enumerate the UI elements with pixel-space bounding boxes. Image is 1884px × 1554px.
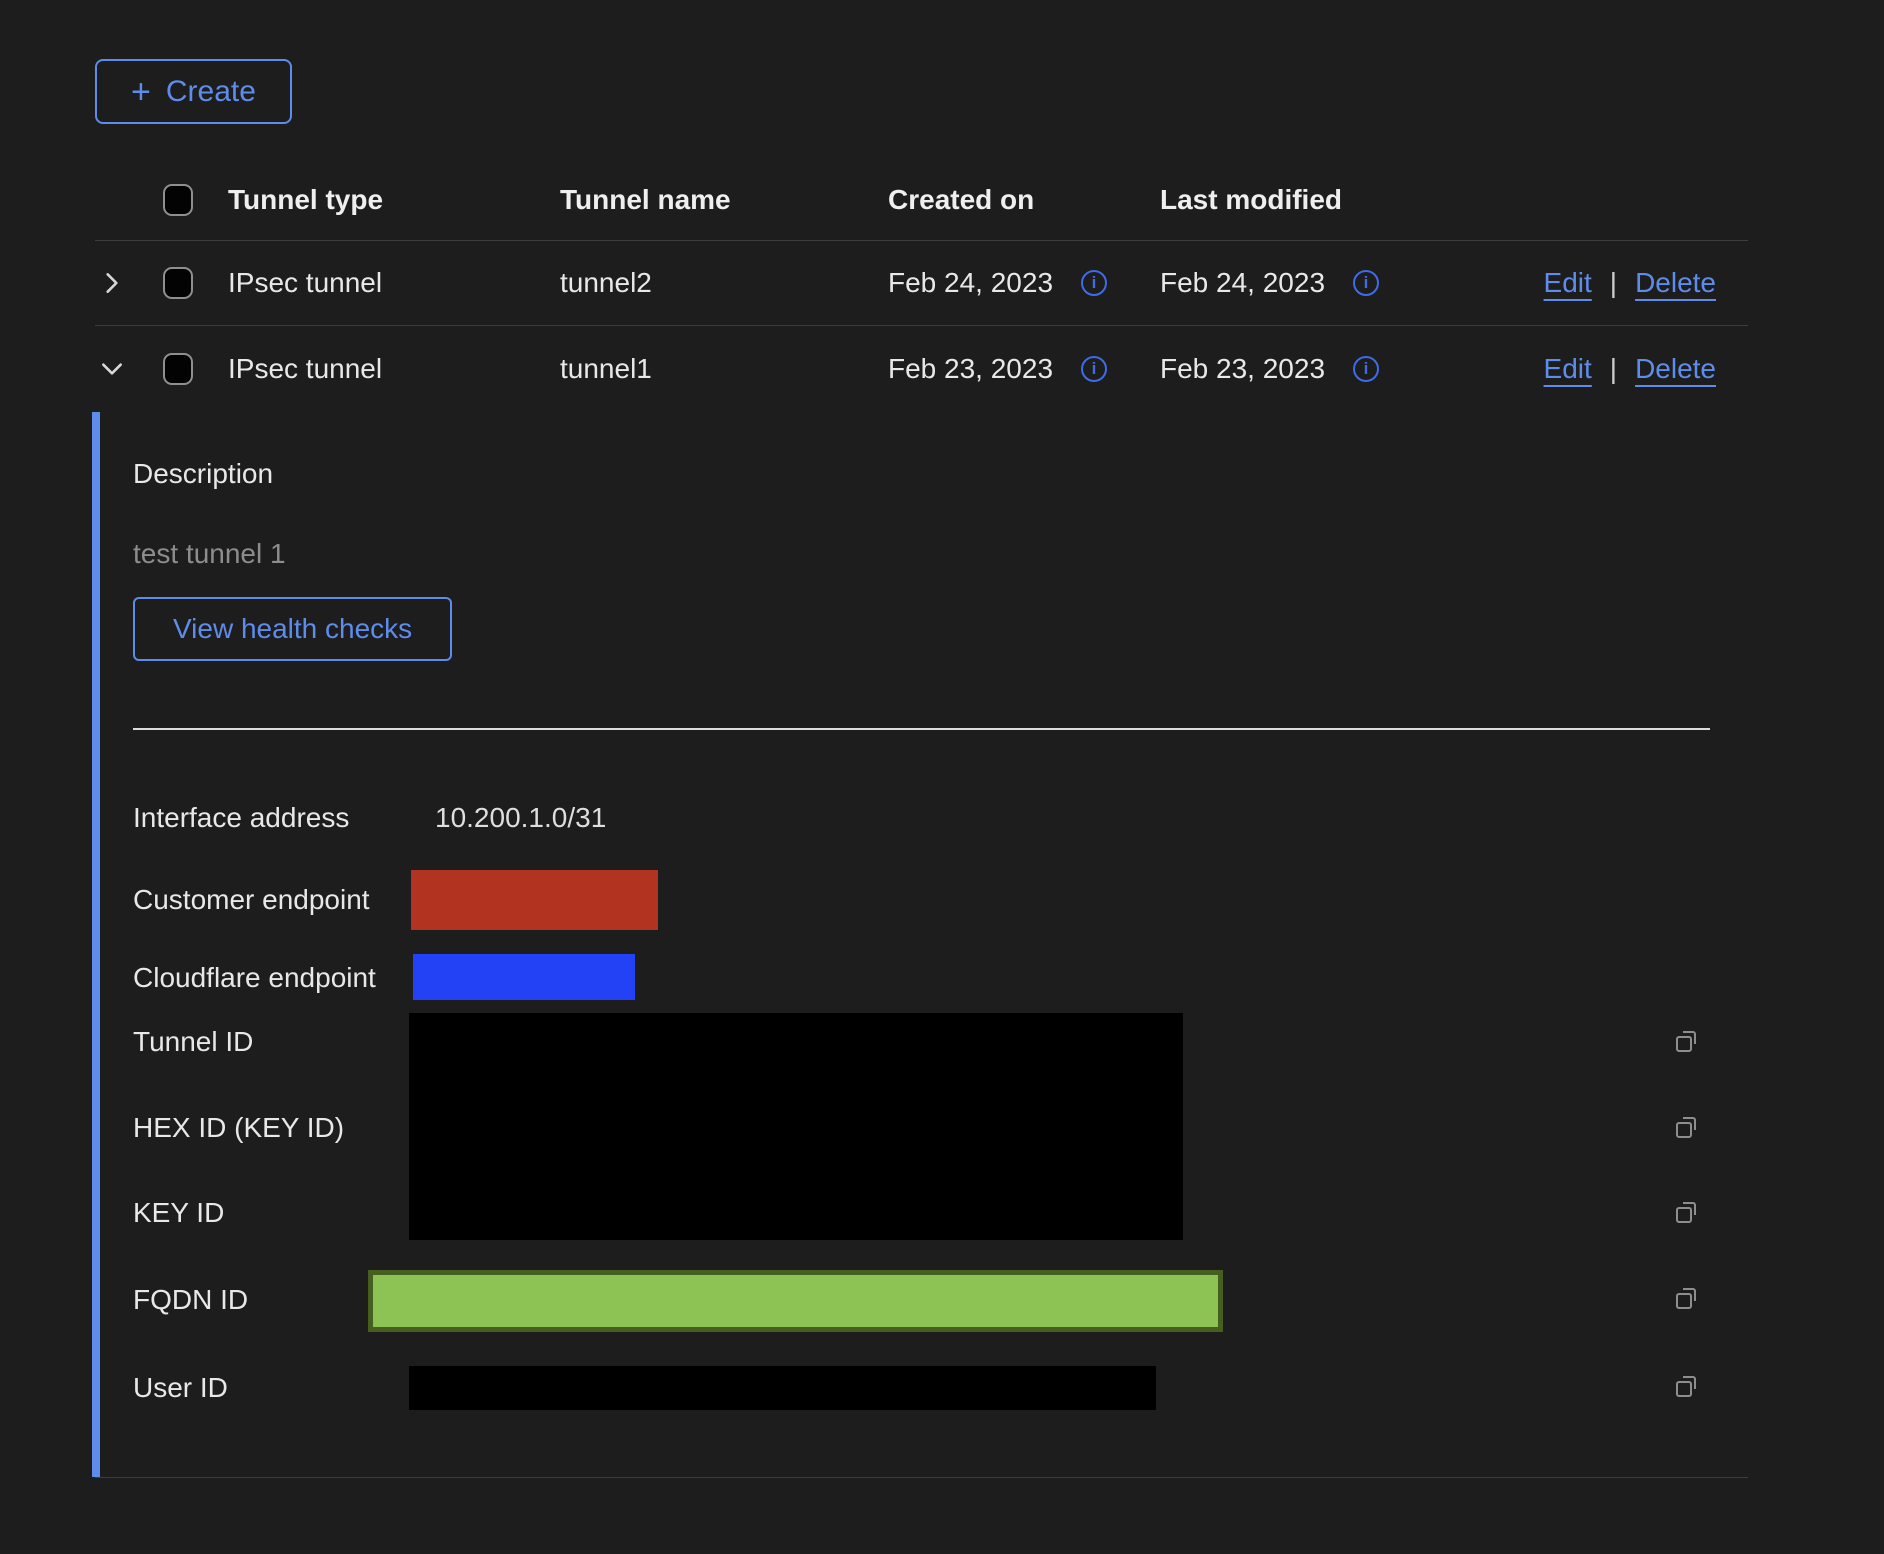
created-on-cell: Feb 24, 2023 i	[888, 267, 1160, 299]
header-tunnel-type: Tunnel type	[228, 184, 560, 216]
last-modified-cell: Feb 24, 2023 i	[1160, 267, 1440, 299]
ids-redacted-value	[409, 1013, 1183, 1240]
header-tunnel-name: Tunnel name	[560, 184, 888, 216]
tunnel-type: IPsec tunnel	[228, 353, 560, 385]
row-checkbox[interactable]	[163, 353, 193, 385]
delete-link[interactable]: Delete	[1635, 267, 1716, 299]
tunnel-id-label: Tunnel ID	[133, 1026, 253, 1058]
fqdn-id-label: FQDN ID	[133, 1284, 248, 1316]
table-header-row: Tunnel type Tunnel name Created on Last …	[95, 160, 1748, 241]
hex-id-label: HEX ID (KEY ID)	[133, 1112, 344, 1144]
row-actions: Edit | Delete	[1440, 353, 1748, 385]
key-id-label: KEY ID	[133, 1197, 224, 1229]
header-last-modified: Last modified	[1160, 184, 1440, 216]
create-button[interactable]: + Create	[95, 59, 292, 124]
edit-link[interactable]: Edit	[1544, 267, 1592, 299]
view-health-checks-button[interactable]: View health checks	[133, 597, 452, 661]
copy-tunnel-id-icon[interactable]	[1670, 1025, 1702, 1057]
actions-separator: |	[1610, 267, 1617, 299]
tunnel-type: IPsec tunnel	[228, 267, 560, 299]
chevron-right-icon[interactable]	[99, 270, 125, 296]
delete-link[interactable]: Delete	[1635, 353, 1716, 385]
fqdn-id-redacted-value	[368, 1270, 1223, 1332]
row-actions: Edit | Delete	[1440, 267, 1748, 299]
table-row: IPsec tunnel tunnel1 Feb 23, 2023 i Feb …	[95, 326, 1748, 411]
description-label: Description	[133, 458, 273, 490]
expanded-row-indicator-bar	[92, 412, 100, 1477]
view-health-checks-label: View health checks	[173, 613, 412, 645]
info-icon[interactable]: i	[1353, 356, 1379, 382]
row-checkbox[interactable]	[163, 267, 193, 299]
interface-address-value: 10.200.1.0/31	[435, 802, 606, 834]
created-on-value: Feb 23, 2023	[888, 353, 1053, 385]
header-checkbox-cell	[163, 184, 228, 216]
select-all-checkbox[interactable]	[163, 184, 193, 216]
chevron-down-icon[interactable]	[99, 356, 125, 382]
tunnel-name: tunnel2	[560, 267, 888, 299]
created-on-value: Feb 24, 2023	[888, 267, 1053, 299]
info-icon[interactable]: i	[1353, 270, 1379, 296]
create-button-label: Create	[166, 75, 256, 109]
row-checkbox-cell	[163, 353, 228, 385]
tunnels-page: + Create Tunnel type Tunnel name Created…	[0, 0, 1884, 1554]
user-id-redacted-value	[409, 1366, 1156, 1410]
info-icon[interactable]: i	[1081, 270, 1107, 296]
last-modified-value: Feb 24, 2023	[1160, 267, 1325, 299]
copy-fqdn-id-icon[interactable]	[1670, 1282, 1702, 1314]
user-id-label: User ID	[133, 1372, 228, 1404]
row-checkbox-cell	[163, 267, 228, 299]
header-created-on: Created on	[888, 184, 1160, 216]
copy-hex-id-icon[interactable]	[1670, 1111, 1702, 1143]
panel-divider	[133, 728, 1710, 730]
description-value: test tunnel 1	[133, 538, 286, 570]
tunnel-name: tunnel1	[560, 353, 888, 385]
plus-icon: +	[131, 75, 151, 109]
copy-key-id-icon[interactable]	[1670, 1196, 1702, 1228]
row-expander-cell	[95, 356, 163, 382]
cloudflare-endpoint-redacted-value	[413, 954, 635, 1000]
edit-link[interactable]: Edit	[1544, 353, 1592, 385]
cloudflare-endpoint-label: Cloudflare endpoint	[133, 962, 376, 994]
created-on-cell: Feb 23, 2023 i	[888, 353, 1160, 385]
interface-address-label: Interface address	[133, 802, 349, 834]
row-expander-cell	[95, 270, 163, 296]
tunnel-detail-panel: Description test tunnel 1 View health ch…	[95, 412, 1748, 1478]
customer-endpoint-label: Customer endpoint	[133, 884, 370, 916]
customer-endpoint-redacted-value	[411, 870, 658, 930]
table-row: IPsec tunnel tunnel2 Feb 24, 2023 i Feb …	[95, 241, 1748, 326]
last-modified-cell: Feb 23, 2023 i	[1160, 353, 1440, 385]
info-icon[interactable]: i	[1081, 356, 1107, 382]
copy-user-id-icon[interactable]	[1670, 1370, 1702, 1402]
actions-separator: |	[1610, 353, 1617, 385]
tunnels-table: Tunnel type Tunnel name Created on Last …	[95, 160, 1748, 411]
last-modified-value: Feb 23, 2023	[1160, 353, 1325, 385]
